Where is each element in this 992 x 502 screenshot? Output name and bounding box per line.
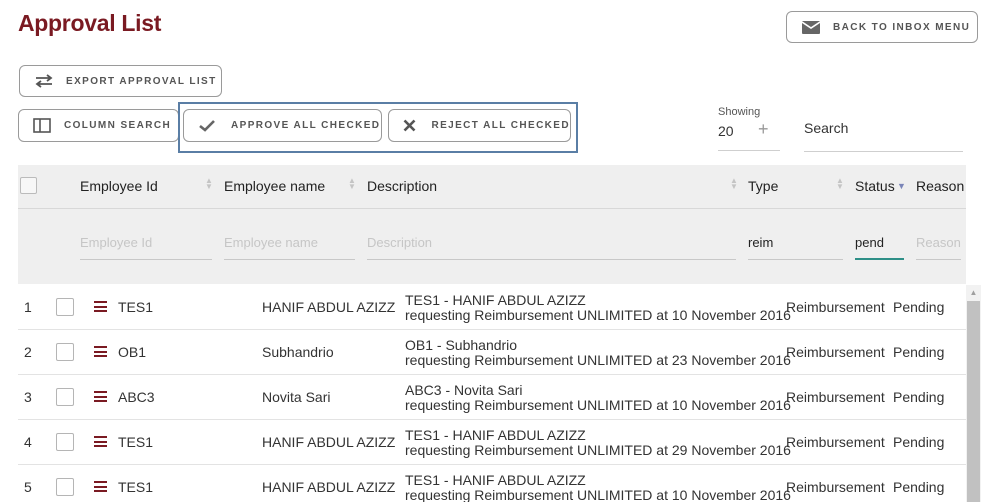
status-cell: Pending [893, 479, 945, 495]
row-index: 3 [24, 389, 32, 405]
sort-icon[interactable]: ▲ ▼ [836, 177, 844, 191]
table-header: Employee Id ▲ ▼ Employee name ▲ ▼ Descript… [18, 165, 966, 284]
column-search-button[interactable]: COLUMN SEARCH [18, 109, 179, 142]
page-size-underline [718, 150, 780, 151]
filter-type-input[interactable] [748, 226, 843, 260]
row-index: 4 [24, 434, 32, 450]
sort-desc-icon[interactable]: ▼ [897, 182, 906, 191]
page-size-value[interactable]: 20 [718, 123, 734, 139]
select-all-checkbox[interactable] [20, 177, 37, 194]
description-title: TES1 - HANIF ABDUL AZIZZ [405, 292, 586, 308]
row-menu-icon[interactable] [94, 301, 107, 312]
scrollbar-thumb[interactable] [967, 301, 980, 502]
reject-all-checked-button[interactable]: REJECT ALL CHECKED [388, 109, 571, 142]
type-cell: Reimbursement [786, 344, 885, 360]
swap-arrows-icon [34, 73, 54, 89]
column-header-type[interactable]: Type [748, 178, 778, 194]
filter-status-input[interactable] [855, 226, 904, 260]
row-menu-icon[interactable] [94, 481, 107, 492]
scroll-up-arrow-icon[interactable]: ▲ [966, 285, 981, 300]
status-cell: Pending [893, 344, 945, 360]
search-input[interactable] [804, 117, 963, 139]
table-row[interactable]: 2 OB1 Subhandrio OB1 - Subhandrio reques… [18, 330, 966, 375]
filter-description-input[interactable] [367, 226, 736, 260]
column-header-status[interactable]: Status [855, 178, 895, 194]
description-detail: requesting Reimbursement UNLIMITED at 29… [405, 442, 791, 458]
row-index: 2 [24, 344, 32, 360]
employee-name-cell: Subhandrio [262, 344, 334, 360]
row-index: 1 [24, 299, 32, 315]
row-checkbox[interactable] [56, 388, 74, 406]
employee-id-cell: TES1 [118, 299, 154, 315]
back-to-inbox-button[interactable]: BACK TO INBOX MENU [786, 11, 978, 43]
status-cell: Pending [893, 434, 945, 450]
row-checkbox[interactable] [56, 298, 74, 316]
table-body: 1 TES1 HANIF ABDUL AZIZZ TES1 - HANIF AB… [18, 285, 966, 502]
description-title: TES1 - HANIF ABDUL AZIZZ [405, 427, 586, 443]
row-checkbox[interactable] [56, 433, 74, 451]
description-title: TES1 - HANIF ABDUL AZIZZ [405, 472, 586, 488]
showing-label: Showing [718, 106, 761, 118]
employee-id-cell: ABC3 [118, 389, 155, 405]
row-index: 5 [24, 479, 32, 495]
type-cell: Reimbursement [786, 479, 885, 495]
row-menu-icon[interactable] [94, 346, 107, 357]
filter-employee-name-input[interactable] [224, 226, 355, 260]
filter-reason-input[interactable] [916, 226, 961, 260]
table-row[interactable]: 1 TES1 HANIF ABDUL AZIZZ TES1 - HANIF AB… [18, 285, 966, 330]
row-menu-icon[interactable] [94, 391, 107, 402]
sort-icon[interactable]: ▲ ▼ [205, 177, 213, 191]
page-title: Approval List [18, 10, 162, 36]
row-checkbox[interactable] [56, 478, 74, 496]
column-header-employee-name[interactable]: Employee name [224, 178, 325, 194]
table-row[interactable]: 5 TES1 HANIF ABDUL AZIZZ TES1 - HANIF AB… [18, 465, 966, 502]
approve-all-checked-label: APPROVE ALL CHECKED [231, 120, 381, 131]
employee-name-cell: Novita Sari [262, 389, 331, 405]
reject-all-checked-label: REJECT ALL CHECKED [431, 120, 570, 131]
employee-name-cell: HANIF ABDUL AZIZZ [262, 299, 396, 315]
sort-icon[interactable]: ▲ ▼ [348, 177, 356, 191]
export-approval-list-button[interactable]: EXPORT APPROVAL LIST [19, 65, 222, 97]
column-search-label: COLUMN SEARCH [64, 120, 172, 131]
sort-icon[interactable]: ▲ ▼ [730, 177, 738, 191]
back-to-inbox-label: BACK TO INBOX MENU [833, 21, 971, 33]
check-icon [197, 118, 217, 134]
employee-id-cell: TES1 [118, 434, 154, 450]
header-divider [18, 208, 966, 209]
x-icon [400, 118, 419, 134]
export-approval-list-label: EXPORT APPROVAL LIST [66, 75, 217, 87]
employee-name-cell: HANIF ABDUL AZIZZ [262, 434, 396, 450]
type-cell: Reimbursement [786, 389, 885, 405]
columns-icon [32, 118, 52, 134]
type-cell: Reimbursement [786, 299, 885, 315]
status-cell: Pending [893, 389, 945, 405]
description-title: OB1 - Subhandrio [405, 337, 518, 353]
row-checkbox[interactable] [56, 343, 74, 361]
description-detail: requesting Reimbursement UNLIMITED at 10… [405, 397, 791, 413]
row-menu-icon[interactable] [94, 436, 107, 447]
employee-id-cell: OB1 [118, 344, 147, 360]
type-cell: Reimbursement [786, 434, 885, 450]
description-detail: requesting Reimbursement UNLIMITED at 23… [405, 352, 791, 368]
description-title: ABC3 - Novita Sari [405, 382, 523, 398]
column-header-employee-id[interactable]: Employee Id [80, 178, 158, 194]
table-row[interactable]: 3 ABC3 Novita Sari ABC3 - Novita Sari re… [18, 375, 966, 420]
description-detail: requesting Reimbursement UNLIMITED at 10… [405, 487, 791, 502]
filter-employee-id-input[interactable] [80, 226, 212, 260]
employee-name-cell: HANIF ABDUL AZIZZ [262, 479, 396, 495]
description-detail: requesting Reimbursement UNLIMITED at 10… [405, 307, 791, 323]
column-header-description[interactable]: Description [367, 178, 437, 194]
search-field [804, 117, 963, 152]
status-cell: Pending [893, 299, 945, 315]
approve-all-checked-button[interactable]: APPROVE ALL CHECKED [183, 109, 382, 142]
employee-id-cell: TES1 [118, 479, 154, 495]
page-size-plus-button[interactable]: + [758, 119, 769, 140]
table-row[interactable]: 4 TES1 HANIF ABDUL AZIZZ TES1 - HANIF AB… [18, 420, 966, 465]
envelope-icon [801, 19, 821, 35]
column-header-reason[interactable]: Reason [916, 178, 964, 194]
